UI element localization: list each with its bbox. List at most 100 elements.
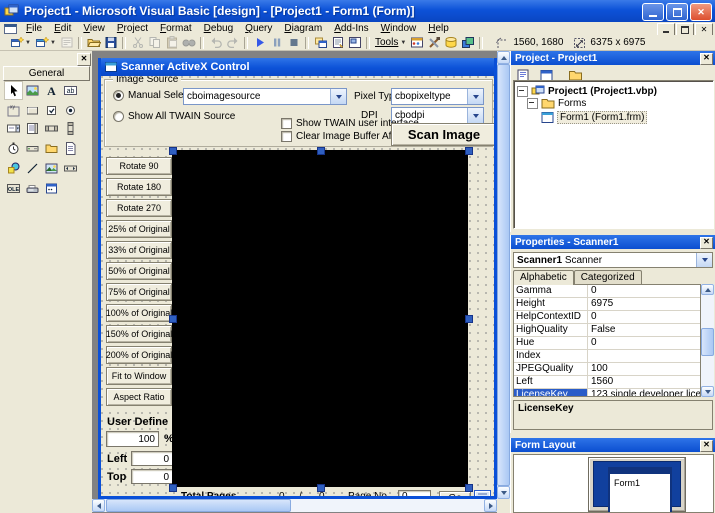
toolbox-close-icon[interactable]: ✕	[77, 53, 91, 66]
menu-help[interactable]: Help	[422, 22, 455, 35]
rotate-90-button[interactable]: Rotate 90	[106, 157, 172, 175]
image-source-combobox[interactable]: cboimagesource	[183, 88, 347, 105]
ole-tool-icon[interactable]: OLE	[5, 180, 22, 197]
toolbox-button[interactable]	[425, 36, 442, 50]
selection-handle[interactable]	[169, 484, 177, 492]
page-no-input[interactable]: 0	[398, 490, 431, 496]
zoom-75-button[interactable]: 75% of Original	[106, 283, 172, 301]
zoom-200-button[interactable]: 200% of Original	[106, 346, 172, 364]
scroll-up-icon[interactable]	[497, 51, 510, 64]
menu-format[interactable]: Format	[154, 22, 198, 35]
rotate-270-button[interactable]: Rotate 270	[106, 199, 172, 217]
combo-dropdown-icon[interactable]	[467, 89, 483, 104]
find-button[interactable]	[180, 36, 197, 50]
open-project-button[interactable]	[85, 36, 102, 50]
property-row[interactable]: Hue0	[514, 337, 700, 350]
menu-window[interactable]: Window	[375, 22, 423, 35]
properties-scrollbar[interactable]	[701, 284, 714, 397]
scanner-form-titlebar[interactable]: Scanner ActiveX Control	[101, 58, 494, 76]
user-define-percent-input[interactable]: 100	[106, 431, 159, 447]
property-row[interactable]: Left1560	[514, 376, 700, 389]
break-button[interactable]	[268, 36, 285, 50]
scroll-up-icon[interactable]	[701, 284, 714, 295]
data-tool-icon[interactable]	[62, 160, 79, 177]
checkbox-tool-icon[interactable]	[43, 102, 60, 119]
drivelistbox-tool-icon[interactable]	[24, 140, 41, 157]
property-row[interactable]: HelpContextID0	[514, 311, 700, 324]
selection-handle[interactable]	[465, 315, 473, 323]
tree-item-forms-folder[interactable]: Forms	[527, 98, 586, 109]
paste-button[interactable]	[163, 36, 180, 50]
vscroll-thumb[interactable]	[497, 64, 510, 486]
property-row[interactable]: JPEGQuality100	[514, 363, 700, 376]
form-layout-close-icon[interactable]: ✕	[700, 440, 713, 452]
save-project-button[interactable]	[102, 36, 119, 50]
manual-select-radio[interactable]: Manual Select	[113, 90, 191, 101]
textbox-tool-icon[interactable]: ab	[62, 82, 79, 99]
aspect-ratio-button[interactable]: Aspect Ratio	[106, 388, 172, 406]
property-row[interactable]: Height6975	[514, 298, 700, 311]
cut-button[interactable]	[129, 36, 146, 50]
pointer-tool-icon[interactable]	[4, 81, 23, 100]
tools-menu-button[interactable]: Tools	[373, 37, 400, 48]
property-row[interactable]: Gamma0	[514, 285, 700, 298]
property-row[interactable]: Index	[514, 350, 700, 363]
zoom-50-button[interactable]: 50% of Original	[106, 262, 172, 280]
hscrollbar-tool-icon[interactable]	[43, 120, 60, 137]
show-all-twain-radio[interactable]: Show All TWAIN Source	[113, 111, 235, 122]
property-row[interactable]: HighQualityFalse	[514, 324, 700, 337]
copy-button[interactable]	[146, 36, 163, 50]
properties-scroll-thumb[interactable]	[701, 328, 714, 356]
zoom-100-button[interactable]: 100% of Original	[106, 304, 172, 322]
project-panel-close-icon[interactable]: ✕	[700, 53, 713, 65]
restore-button[interactable]	[666, 3, 688, 21]
fit-to-window-button[interactable]: Fit to Window	[106, 367, 172, 385]
left-input[interactable]: 0	[131, 451, 173, 466]
add-project-dropdown[interactable]: ▼	[25, 40, 33, 46]
form-layout-titlebar[interactable]: Form Layout ✕	[511, 438, 715, 452]
tools-dropdown[interactable]: ▼	[400, 40, 408, 46]
zoom-150-button[interactable]: 150% of Original	[106, 325, 172, 343]
project-panel-titlebar[interactable]: Project - Project1 ✕	[511, 51, 715, 65]
selection-handle[interactable]	[317, 147, 325, 155]
dirlistbox-tool-icon[interactable]	[43, 140, 60, 157]
scroll-left-icon[interactable]	[92, 499, 105, 512]
label-tool-icon[interactable]: A	[43, 82, 60, 99]
tab-categorized[interactable]: Categorized	[574, 270, 642, 284]
commandbutton-tool-icon[interactable]	[24, 102, 41, 119]
hscroll-thumb[interactable]	[106, 499, 291, 512]
selection-handle[interactable]	[169, 147, 177, 155]
mdi-horizontal-scrollbar[interactable]	[92, 499, 497, 512]
properties-panel-close-icon[interactable]: ✕	[700, 237, 713, 249]
menu-file[interactable]: File	[20, 22, 48, 35]
line-tool-icon[interactable]	[24, 160, 41, 177]
add-project-button[interactable]	[8, 36, 25, 50]
end-button[interactable]	[285, 36, 302, 50]
frame-tool-icon[interactable]: xy	[5, 102, 22, 119]
undo-button[interactable]	[207, 36, 224, 50]
object-selector-combobox[interactable]: Scanner1 Scanner	[513, 252, 713, 268]
toolbox-tab-general[interactable]: General	[3, 66, 90, 81]
menu-debug[interactable]: Debug	[198, 22, 239, 35]
top-input[interactable]: 0	[131, 469, 173, 484]
start-button[interactable]	[251, 36, 268, 50]
menu-addins[interactable]: Add-Ins	[328, 22, 374, 35]
form-layout-window-button[interactable]	[346, 36, 363, 50]
property-row-selected[interactable]: LicenseKey123 single developer license	[514, 389, 700, 397]
component-manager-button[interactable]	[459, 36, 476, 50]
redo-button[interactable]	[224, 36, 241, 50]
picturebox-tool-icon[interactable]	[24, 82, 41, 99]
zoom-25-button[interactable]: 25% of Original	[106, 220, 172, 238]
shape-tool-icon[interactable]	[5, 160, 22, 177]
selection-handle[interactable]	[465, 484, 473, 492]
combo-dropdown-icon[interactable]	[467, 108, 483, 123]
combobox-tool-icon[interactable]	[5, 120, 22, 137]
vscrollbar-tool-icon[interactable]	[62, 120, 79, 137]
custom-control-tool-icon[interactable]	[43, 180, 60, 197]
data-view-window-button[interactable]	[442, 36, 459, 50]
scroll-right-icon[interactable]	[484, 499, 497, 512]
add-form-dropdown[interactable]: ▼	[50, 40, 58, 46]
collapse-icon[interactable]	[517, 86, 528, 97]
mdi-child-icon[interactable]	[4, 24, 17, 34]
close-button[interactable]: ✕	[690, 3, 712, 21]
